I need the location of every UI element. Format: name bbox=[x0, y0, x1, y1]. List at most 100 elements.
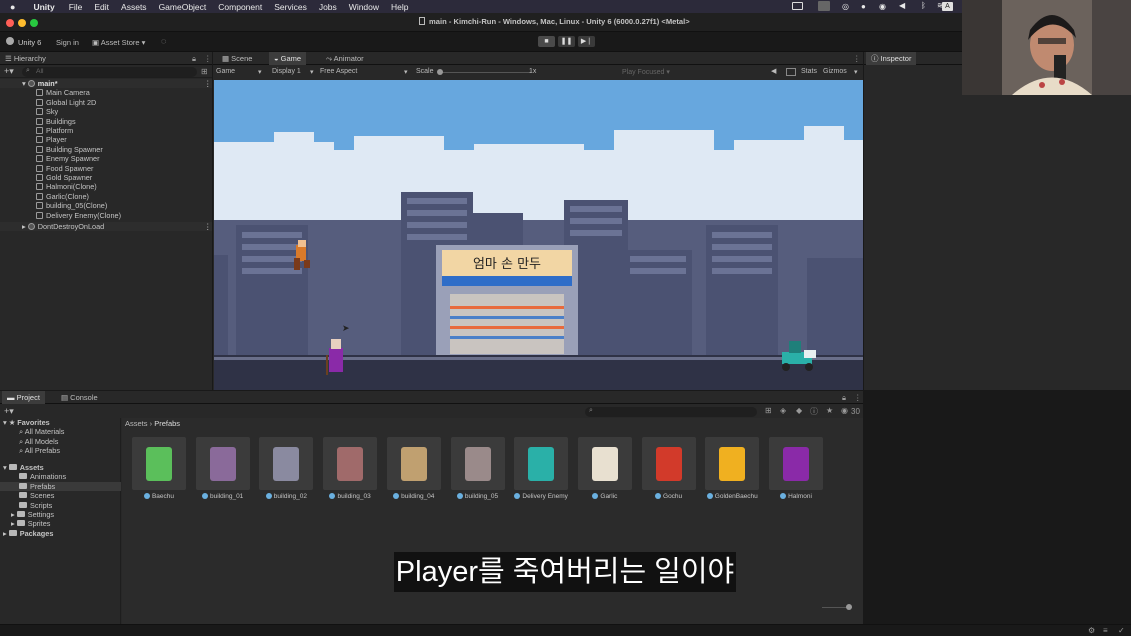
hierarchy-item[interactable]: building_05(Clone) bbox=[36, 201, 107, 210]
volume-icon[interactable]: ◀ bbox=[899, 1, 905, 10]
filter-label-icon[interactable]: ◈ bbox=[780, 406, 786, 415]
favorites-header[interactable]: ▾ ★ Favorites bbox=[3, 418, 50, 427]
account-label[interactable]: Unity 6 bbox=[18, 38, 41, 47]
menu-component[interactable]: Component bbox=[218, 2, 262, 12]
step-button[interactable]: ▶❘ bbox=[578, 36, 595, 47]
menu-window[interactable]: Window bbox=[349, 2, 379, 12]
assets-header[interactable]: ▾ Assets bbox=[3, 463, 44, 472]
search-filter-icon[interactable]: ⊞ bbox=[201, 67, 208, 76]
camera-status-icon[interactable] bbox=[792, 2, 803, 10]
lock-icon[interactable]: 🔒︎ bbox=[842, 393, 846, 403]
hierarchy-item[interactable]: Halmoni(Clone) bbox=[36, 182, 97, 191]
folder-settings[interactable]: ▸ Settings bbox=[11, 510, 54, 519]
hierarchy-item[interactable]: Buildings bbox=[36, 117, 76, 126]
account-icon[interactable] bbox=[6, 37, 14, 45]
info-icon[interactable]: ⓘ bbox=[810, 406, 818, 417]
close-window-button[interactable] bbox=[6, 19, 14, 27]
scale-slider-handle[interactable] bbox=[437, 69, 443, 75]
prefab-asset[interactable]: building_05 bbox=[450, 437, 505, 500]
game-more-icon[interactable]: ⋮ bbox=[853, 54, 861, 63]
breadcrumb-prefabs[interactable]: Prefabs bbox=[154, 419, 180, 428]
play-button[interactable]: ■ bbox=[538, 36, 555, 47]
scale-slider[interactable] bbox=[439, 72, 531, 73]
stats-toggle-icon[interactable] bbox=[786, 68, 796, 76]
folder-scripts[interactable]: Scripts bbox=[19, 501, 52, 510]
prefab-asset[interactable]: Baechu bbox=[132, 437, 186, 500]
bluetooth-icon[interactable]: ᛒ bbox=[921, 1, 926, 10]
tab-animator[interactable]: ⤳ Animator bbox=[321, 52, 369, 65]
hierarchy-item[interactable]: Player bbox=[36, 135, 67, 144]
tab-console[interactable]: ▤ Console bbox=[56, 391, 103, 404]
zoom-slider-handle[interactable] bbox=[846, 604, 852, 610]
folder-scenes[interactable]: Scenes bbox=[19, 491, 54, 500]
aspect-dropdown[interactable]: Free Aspect ▾ bbox=[320, 68, 410, 76]
prefab-asset[interactable]: Halmoni bbox=[769, 437, 823, 500]
star-icon[interactable]: ★ bbox=[826, 406, 833, 415]
hierarchy-item[interactable]: Global Light 2D bbox=[36, 98, 96, 107]
game-mode-dropdown[interactable]: Game ▾ bbox=[216, 68, 264, 76]
prefab-asset[interactable]: building_02 bbox=[259, 437, 314, 500]
prefab-asset[interactable]: building_01 bbox=[195, 437, 250, 500]
menu-services[interactable]: Services bbox=[274, 2, 307, 12]
sign-in-link[interactable]: Sign in bbox=[56, 38, 79, 47]
hierarchy-item[interactable]: Gold Spawner bbox=[36, 173, 92, 182]
zoom-window-button[interactable] bbox=[30, 19, 38, 27]
expand-arrow-icon[interactable]: ▾ bbox=[22, 79, 26, 88]
display-dropdown[interactable]: Display 1 ▾ bbox=[272, 68, 316, 76]
bug-icon[interactable]: ⚙ bbox=[1088, 626, 1095, 635]
menu-app-name[interactable]: Unity bbox=[33, 2, 54, 12]
scene-more-icon[interactable]: ⋮ bbox=[204, 79, 211, 88]
input-source-icon[interactable]: A bbox=[942, 2, 953, 11]
mute-audio-icon[interactable]: ◀ bbox=[771, 67, 776, 75]
hierarchy-item[interactable]: Building Spawner bbox=[36, 145, 103, 154]
hierarchy-item[interactable]: Sky bbox=[36, 107, 58, 116]
favorite-all-prefabs[interactable]: ⌕ All Prefabs bbox=[19, 446, 60, 455]
dontdestroy-more-icon[interactable]: ⋮ bbox=[204, 222, 211, 231]
stack-icon[interactable]: ≡ bbox=[1103, 626, 1108, 635]
folder-animations[interactable]: Animations bbox=[19, 472, 66, 481]
asset-store-button[interactable]: ▣ Asset Store ▾ bbox=[92, 38, 145, 47]
hierarchy-item[interactable]: Garlic(Clone) bbox=[36, 192, 89, 201]
prefab-asset[interactable]: GoldenBaechu bbox=[705, 437, 760, 500]
project-search-input[interactable]: ⌕ bbox=[585, 407, 757, 417]
folder-prefabs[interactable]: Prefabs bbox=[0, 481, 121, 492]
project-more-icon[interactable]: ⋮ bbox=[854, 393, 862, 402]
play-focused-dropdown[interactable]: Play Focused ▾ bbox=[622, 68, 670, 76]
hierarchy-item[interactable]: Platform bbox=[36, 126, 73, 135]
tag-icon[interactable]: ◆ bbox=[796, 406, 802, 415]
status-icon-1[interactable]: ◎ bbox=[842, 2, 849, 11]
hierarchy-scene-row[interactable]: ▾ main* ⋮ bbox=[0, 79, 212, 89]
filter-type-icon[interactable]: ⊞ bbox=[765, 406, 772, 415]
create-add-icon[interactable]: +▾ bbox=[4, 406, 14, 417]
minimize-window-button[interactable] bbox=[18, 19, 26, 27]
prefab-asset[interactable]: building_04 bbox=[386, 437, 441, 500]
more-options-icon[interactable]: ⋮ bbox=[204, 54, 212, 63]
check-icon[interactable]: ✓ bbox=[1118, 626, 1125, 635]
tab-project[interactable]: ▬ Project bbox=[2, 391, 45, 404]
menu-edit[interactable]: Edit bbox=[94, 2, 109, 12]
tab-scene[interactable]: ▦ Scene bbox=[217, 52, 257, 65]
packages-header[interactable]: ▸ Packages bbox=[3, 529, 53, 538]
hierarchy-search-input[interactable]: ⌕ All bbox=[22, 67, 197, 77]
menu-assets[interactable]: Assets bbox=[121, 2, 147, 12]
chevron-down-icon[interactable]: ▾ bbox=[854, 68, 858, 76]
lock-icon[interactable]: 🔒︎ bbox=[192, 54, 196, 64]
stats-button[interactable]: Stats bbox=[801, 68, 817, 75]
gizmos-button[interactable]: Gizmos bbox=[823, 68, 847, 75]
create-add-icon[interactable]: +▾ bbox=[4, 66, 14, 77]
favorite-all-materials[interactable]: ⌕ All Materials bbox=[19, 427, 64, 436]
status-icon-2[interactable]: ● bbox=[861, 2, 866, 11]
apple-icon[interactable]: ● bbox=[10, 2, 15, 12]
hierarchy-item[interactable]: Delivery Enemy(Clone) bbox=[36, 211, 121, 220]
breadcrumb-assets[interactable]: Assets bbox=[125, 419, 148, 428]
menu-file[interactable]: File bbox=[69, 2, 83, 12]
screen-share-icon[interactable] bbox=[818, 1, 830, 11]
hierarchy-item[interactable]: Enemy Spawner bbox=[36, 154, 100, 163]
folder-sprites[interactable]: ▸ Sprites bbox=[11, 519, 50, 528]
tab-hierarchy[interactable]: ☰ Hierarchy bbox=[0, 52, 51, 65]
prefab-asset[interactable]: Gochu bbox=[641, 437, 696, 500]
menu-gameobject[interactable]: GameObject bbox=[159, 2, 207, 12]
status-icon-3[interactable]: ◉ bbox=[879, 2, 886, 11]
prefab-asset[interactable]: Delivery Enemy bbox=[514, 437, 569, 500]
prefab-asset[interactable]: building_03 bbox=[323, 437, 378, 500]
